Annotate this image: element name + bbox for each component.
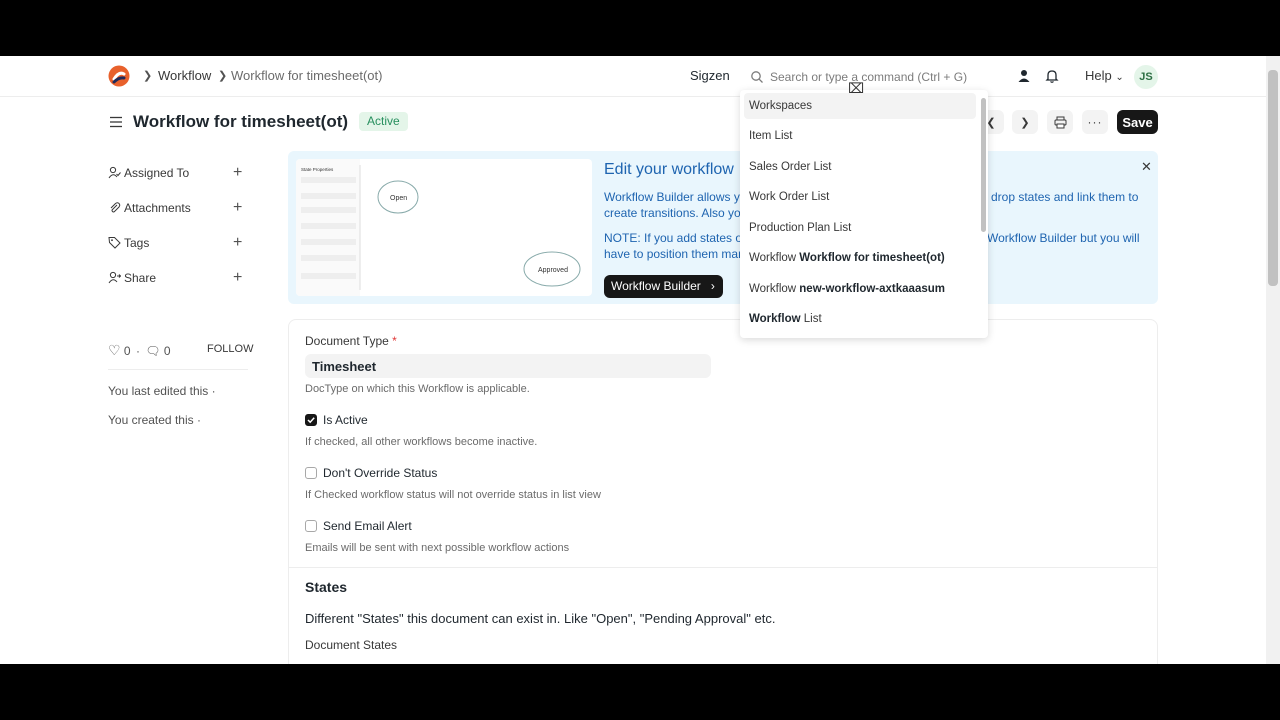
search-result-item[interactable]: Sales Order List [744,154,976,180]
breadcrumb-workflow[interactable]: Workflow [158,68,211,83]
search-icon [751,71,763,83]
states-section-text: Different "States" this document can exi… [305,611,776,626]
dont-override-label[interactable]: Don't Override Status [323,466,437,480]
chevron-right-icon: ❯ [218,70,228,82]
search-result-item[interactable]: Workflow Workflow for timesheet(ot) [744,245,976,271]
workflow-builder-label: Workflow Builder [611,279,701,293]
workflow-builder-preview: State Properties Open Approved [296,159,592,296]
search-results-dropdown: Workspaces Item List Sales Order List Wo… [740,90,988,338]
plus-icon[interactable]: + [233,269,242,287]
banner-text-line4: have to position them man [604,247,745,261]
banner-text-line1a: Workflow Builder allows yo [604,190,747,204]
created-text: You created this · [108,413,201,427]
tag-icon [108,237,121,249]
user-check-icon [108,166,121,179]
page-title: Workflow for timesheet(ot) [133,112,349,131]
app-logo-icon[interactable] [108,65,130,87]
plus-icon[interactable]: + [233,164,242,182]
bell-icon[interactable] [1044,68,1060,84]
sidebar-divider [108,369,248,370]
search-result-item[interactable]: Workflow new-workflow-axtkaaasum [744,276,976,302]
printer-icon [1054,116,1066,128]
help-label: Help [1085,68,1112,83]
sidebar-attachments[interactable]: Attachments + [108,199,248,219]
navbar: ❯ Workflow ❯ Workflow for timesheet(ot) … [0,56,1266,97]
send-email-description: Emails will be sent with next possible w… [305,542,570,554]
document-type-input[interactable] [305,354,711,378]
sidebar-item-label: Share [124,271,157,285]
print-button[interactable] [1047,110,1073,134]
search-result-item[interactable]: Workflow List [744,306,976,332]
send-email-label[interactable]: Send Email Alert [323,519,412,533]
breadcrumb-current[interactable]: Workflow for timesheet(ot) [231,68,382,83]
text-cursor-icon: ⌧ [848,80,865,96]
chevron-down-icon: ⌄ [1115,72,1124,83]
diagram-node-open: Open [390,195,407,202]
likes-comments-row: ♡ 0 · 🗨 0 FOLLOW [108,342,254,358]
search-result-item[interactable]: Item List [744,123,976,149]
is-active-checkbox[interactable] [305,414,317,426]
save-button[interactable]: Save [1117,110,1158,134]
workflow-builder-button[interactable]: Workflow Builder › [604,275,723,298]
search-result-item[interactable]: Production Plan List [744,215,976,241]
likes-count: 0 [123,344,131,358]
workflow-builder-banner: State Properties Open Approved Edit your… [288,151,1158,304]
dont-override-description: If Checked workflow status will not over… [305,489,601,501]
app-viewport: ❯ Workflow ❯ Workflow for timesheet(ot) … [0,56,1280,664]
banner-text-line1b: drop states and link them to [991,190,1139,204]
send-email-checkbox[interactable] [305,520,317,532]
company-name: Sigzen [690,68,730,83]
dropdown-scrollbar-thumb[interactable] [981,98,986,232]
search-input[interactable] [770,67,980,87]
banner-text-line2: create transitions. Also you [604,206,748,220]
document-type-label-text: Document Type [305,334,389,348]
search-result-item[interactable]: Work Order List [744,184,976,210]
banner-title: Edit your workflow [604,161,734,178]
chevron-right-icon: ❯ [1020,116,1030,129]
sidebar-item-label: Tags [124,236,150,250]
check-icon [307,417,315,424]
state-properties-heading: State Properties [301,167,334,172]
chevron-right-icon: ❯ [143,70,153,82]
workflow-diagram-preview: State Properties Open Approved [296,159,581,296]
page-scrollbar-thumb[interactable] [1268,70,1278,286]
banner-text-line3b: Workflow Builder but you will [987,231,1140,245]
help-dropdown[interactable]: Help ⌄ [1085,68,1124,83]
status-badge: Active [359,112,408,131]
banner-text-line3a: NOTE: If you add states or [604,231,747,245]
close-icon[interactable]: ✕ [1141,159,1152,175]
sidebar-item-label: Attachments [124,201,191,215]
chevron-right-icon: › [710,279,715,293]
states-section-title[interactable]: States [305,579,347,595]
dont-override-checkbox[interactable] [305,467,317,479]
sidebar-tags[interactable]: Tags + [108,234,248,254]
follow-button[interactable]: FOLLOW [207,343,253,355]
next-doc-button[interactable]: ❯ [1012,110,1038,134]
share-user-icon [108,271,121,284]
plus-icon[interactable]: + [233,199,242,217]
diagram-node-approved: Approved [538,267,568,274]
more-horizontal-icon: ··· [1087,115,1103,129]
comments-count: 0 [163,344,171,358]
more-actions-button[interactable]: ··· [1082,110,1108,134]
plus-icon[interactable]: + [233,234,242,252]
is-active-label[interactable]: Is Active [323,413,368,427]
is-active-description: If checked, all other workflows become i… [305,436,538,448]
paperclip-icon [110,202,121,213]
user-icon[interactable] [1016,68,1032,84]
required-indicator: * [392,334,397,348]
document-states-label: Document States [305,638,398,652]
avatar[interactable]: JS [1134,65,1158,89]
hamburger-menu-icon[interactable] [109,115,123,129]
section-divider [289,567,1157,568]
document-type-description: DocType on which this Workflow is applic… [305,383,530,395]
sidebar-item-label: Assigned To [124,166,190,180]
last-edited-text: You last edited this · [108,384,216,398]
comment-icon[interactable]: 🗨 [145,344,160,358]
sidebar-assigned-to[interactable]: Assigned To + [108,164,248,184]
form-card: Document Type * DocType on which this Wo… [288,319,1158,664]
sidebar-share[interactable]: Share + [108,269,248,289]
heart-icon[interactable]: ♡ [108,342,121,358]
document-type-label: Document Type * [305,334,397,348]
